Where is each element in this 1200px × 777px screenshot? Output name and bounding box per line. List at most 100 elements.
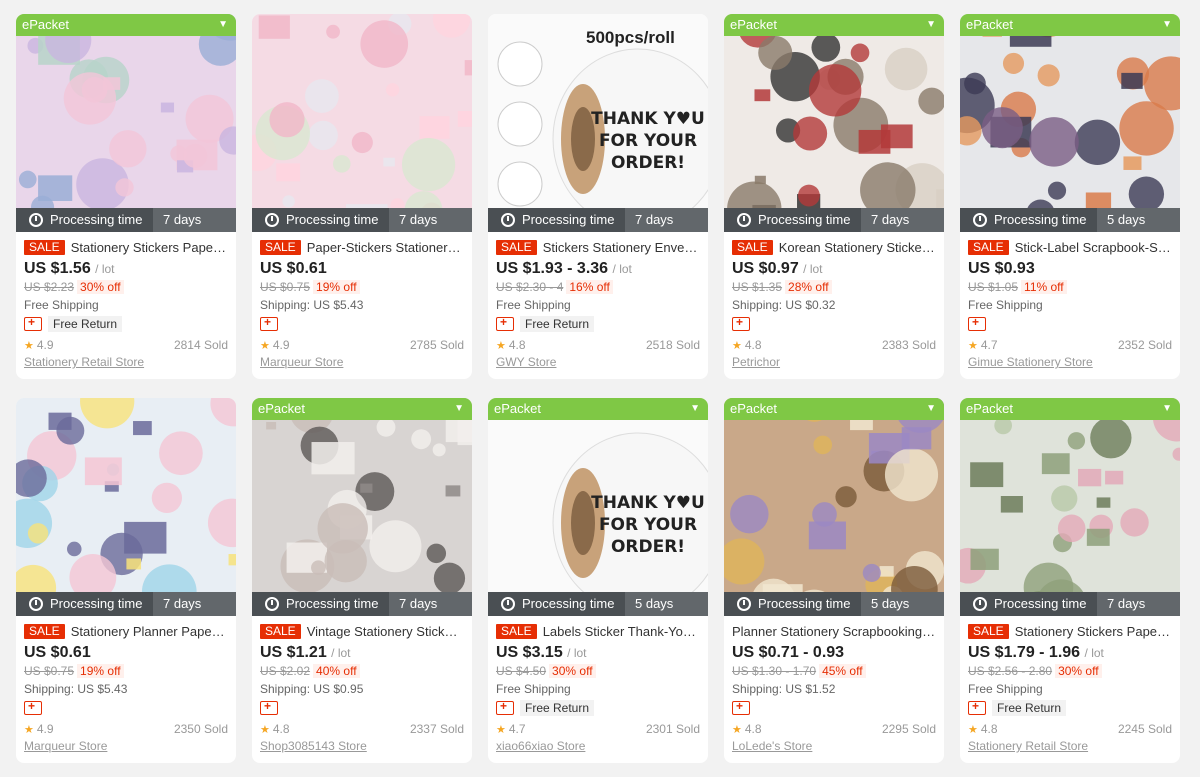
product-title[interactable]: SALE Korean Stationery Stickers... xyxy=(732,239,936,257)
product-title-text[interactable]: Planner Stationery Scrapbooking S... xyxy=(732,624,936,639)
store-link[interactable]: Shop3085143 Store xyxy=(260,738,464,754)
chevron-down-icon[interactable]: ▼ xyxy=(1162,398,1172,420)
product-title[interactable]: SALE Paper-Stickers Stationery ... xyxy=(260,239,464,257)
svg-text:THANK Y♥U: THANK Y♥U xyxy=(591,493,705,513)
store-link[interactable]: xiao66xiao Store xyxy=(496,738,700,754)
product-card[interactable]: ePacket ▼ Processing time 7 days SALE Station… xyxy=(16,14,236,379)
shipping-info: Shipping: US $1.52 xyxy=(732,682,836,696)
chevron-down-icon[interactable]: ▼ xyxy=(690,398,700,420)
original-price: US $2.56 - 2.80 xyxy=(968,664,1053,678)
star-icon: ★ xyxy=(732,340,742,352)
store-link[interactable]: Gimue Stationery Store xyxy=(968,354,1172,370)
chevron-down-icon[interactable]: ▼ xyxy=(454,398,464,420)
processing-time-label: Processing time xyxy=(50,212,143,227)
price-unit: / lot xyxy=(612,262,632,276)
product-title[interactable]: SALE Stick-Label Scrapbook-Stic... xyxy=(968,239,1172,257)
product-price: US $0.93 xyxy=(968,259,1172,279)
product-title-text[interactable]: Stationery Stickers Paper-... xyxy=(71,240,228,255)
product-image[interactable]: ePacket ▼ Processing time 7 days xyxy=(252,398,472,616)
price-unit: / lot xyxy=(803,262,823,276)
product-title-text[interactable]: Labels Sticker Thank-You ... xyxy=(543,624,700,639)
product-card[interactable]: Processing time 7 days SALE Paper-Stickers … xyxy=(252,14,472,379)
product-title[interactable]: SALE Stationery Planner Paper-... xyxy=(24,623,228,641)
product-card[interactable]: THANK Y♥U FOR YOUR ORDER! ePacket ▼ Processin… xyxy=(488,398,708,763)
chevron-down-icon[interactable]: ▼ xyxy=(926,14,936,36)
processing-time-label: Processing time xyxy=(758,212,851,227)
product-image[interactable]: ePacket ▼ Processing time 7 days xyxy=(960,398,1180,616)
original-price: US $0.75 xyxy=(24,664,75,678)
product-title-text[interactable]: Paper-Stickers Stationery ... xyxy=(307,240,464,255)
processing-time-label: Processing time xyxy=(522,596,615,611)
chevron-down-icon[interactable]: ▼ xyxy=(1162,14,1172,36)
product-title-text[interactable]: Stationery Planner Paper-... xyxy=(71,624,228,639)
original-price: US $4.50 xyxy=(496,664,547,678)
discount-badge: 16% off xyxy=(566,280,613,294)
store-link[interactable]: Stationery Retail Store xyxy=(24,354,228,370)
product-title[interactable]: SALE Stationery Stickers Paper-... xyxy=(24,239,228,257)
store-link[interactable]: Marqueur Store xyxy=(260,354,464,370)
product-card[interactable]: ePacket ▼ Processing time 7 days SALE Station… xyxy=(960,398,1180,763)
processing-days: 5 days xyxy=(625,592,708,616)
chevron-down-icon[interactable]: ▼ xyxy=(218,14,228,36)
store-link[interactable]: Petrichor xyxy=(732,354,936,370)
product-title[interactable]: SALE Vintage Stationery Sticker... xyxy=(260,623,464,641)
product-price: US $0.61 xyxy=(24,643,228,663)
product-title-text[interactable]: Korean Stationery Stickers... xyxy=(779,240,936,255)
epacket-label: ePacket xyxy=(730,401,777,416)
svg-text:FOR YOUR: FOR YOUR xyxy=(599,515,697,535)
store-link[interactable]: Stationery Retail Store xyxy=(968,738,1172,754)
sold-count: 2245 Sold xyxy=(1117,722,1172,736)
product-image-art xyxy=(960,14,1180,232)
product-title[interactable]: SALE Stationery Stickers Paper ... xyxy=(968,623,1172,641)
processing-time-bar: Processing time 7 days xyxy=(16,592,236,616)
product-title-text[interactable]: Vintage Stationery Sticker... xyxy=(307,624,464,639)
store-link[interactable]: Marqueur Store xyxy=(24,738,228,754)
product-price: US $1.21 / lot xyxy=(260,643,464,663)
product-image[interactable]: Processing time 7 days xyxy=(16,398,236,616)
clock-icon xyxy=(265,213,279,227)
product-title-text[interactable]: Stick-Label Scrapbook-Stic... xyxy=(1015,240,1172,255)
price-value: US $0.93 xyxy=(968,260,1035,277)
rating-value: 4.8 xyxy=(980,722,998,736)
product-image[interactable]: THANK Y♥U FOR YOUR ORDER! 500pcs/roll Proces… xyxy=(488,14,708,232)
original-price: US $2.30 - 4 xyxy=(496,280,564,294)
product-card[interactable]: ePacket ▼ Processing time 5 days Planner Sta… xyxy=(724,398,944,763)
product-title[interactable]: SALE Labels Sticker Thank-You ... xyxy=(496,623,700,641)
chevron-down-icon[interactable]: ▼ xyxy=(926,398,936,420)
store-link[interactable]: GWY Store xyxy=(496,354,700,370)
rating-row: ★ 4.8 2383 Sold xyxy=(732,337,936,354)
sale-badge: SALE xyxy=(24,624,65,639)
product-price: US $1.79 - 1.96 / lot xyxy=(968,643,1172,663)
price-value: US $0.97 xyxy=(732,260,799,277)
product-title-text[interactable]: Stationery Stickers Paper ... xyxy=(1015,624,1172,639)
product-card[interactable]: ePacket ▼ Processing time 5 days SALE Stick-L… xyxy=(960,14,1180,379)
shipping-info: Free Shipping xyxy=(496,298,571,312)
product-image[interactable]: ePacket ▼ Processing time 7 days xyxy=(724,14,944,232)
sale-badge: SALE xyxy=(968,624,1009,639)
original-price-row: US $0.75 19% off xyxy=(24,663,228,680)
product-image[interactable]: Processing time 7 days xyxy=(252,14,472,232)
store-link[interactable]: LoLede's Store xyxy=(732,738,936,754)
epacket-badge: ePacket ▼ xyxy=(960,14,1180,36)
product-card[interactable]: ePacket ▼ Processing time 7 days SALE Vintage… xyxy=(252,398,472,763)
original-price: US $1.35 xyxy=(732,280,783,294)
sale-badge: SALE xyxy=(496,240,537,255)
return-row xyxy=(732,699,936,717)
sale-badge: SALE xyxy=(260,624,301,639)
product-image[interactable]: ePacket ▼ Processing time 7 days xyxy=(16,14,236,232)
product-title[interactable]: SALE Stickers Stationery Envelo... xyxy=(496,239,700,257)
product-image[interactable]: ePacket ▼ Processing time 5 days xyxy=(724,398,944,616)
product-card[interactable]: THANK Y♥U FOR YOUR ORDER! 500pcs/roll Proces… xyxy=(488,14,708,379)
processing-time-bar: Processing time 5 days xyxy=(724,592,944,616)
product-image[interactable]: THANK Y♥U FOR YOUR ORDER! ePacket ▼ Processin… xyxy=(488,398,708,616)
product-title[interactable]: Planner Stationery Scrapbooking S... xyxy=(732,623,936,641)
processing-time-bar: Processing time 5 days xyxy=(960,208,1180,232)
product-title-text[interactable]: Stickers Stationery Envelo... xyxy=(543,240,700,255)
rating-row: ★ 4.9 2350 Sold xyxy=(24,721,228,738)
product-card[interactable]: ePacket ▼ Processing time 7 days SALE Korean … xyxy=(724,14,944,379)
product-card[interactable]: Processing time 7 days SALE Stationery Plan… xyxy=(16,398,236,763)
product-image[interactable]: ePacket ▼ Processing time 5 days xyxy=(960,14,1180,232)
product-price: US $0.61 xyxy=(260,259,464,279)
price-value: US $1.56 xyxy=(24,260,91,277)
svg-text:ORDER!: ORDER! xyxy=(611,153,685,173)
